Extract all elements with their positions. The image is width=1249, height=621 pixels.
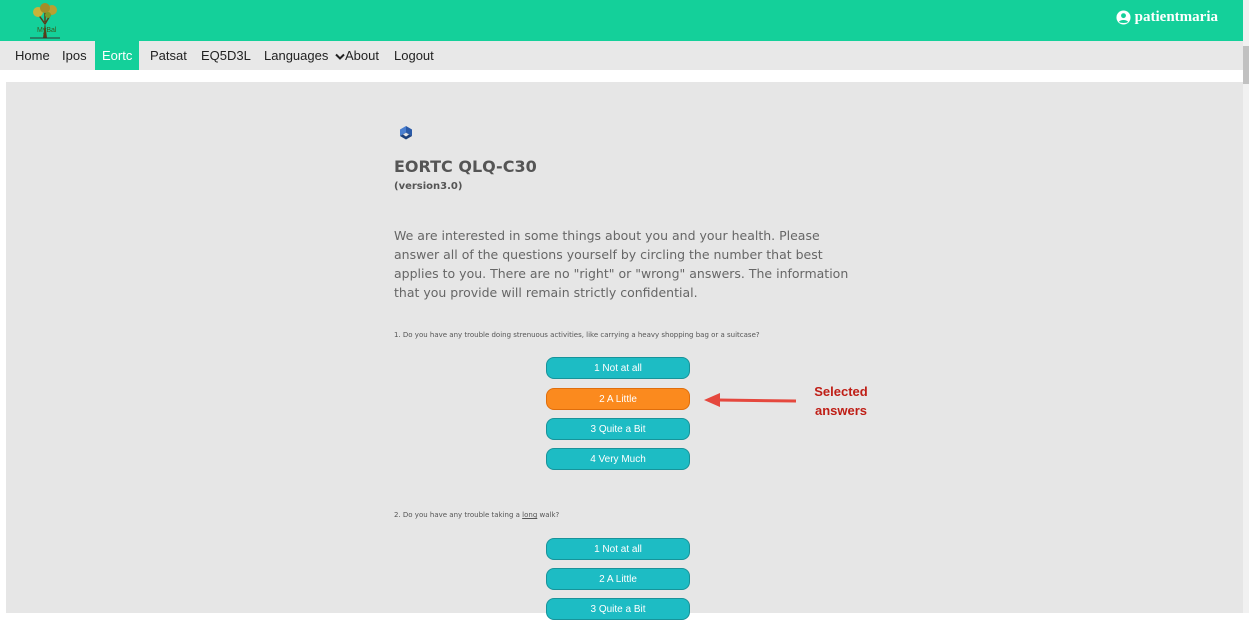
nav-languages-label: Languages xyxy=(264,48,329,63)
nav-eortc[interactable]: Eortc xyxy=(95,41,140,70)
nav-spacer xyxy=(0,70,1243,82)
question-2-text-start: 2. Do you have any trouble taking a xyxy=(394,511,523,519)
top-header-bar: MyBal patientmaria xyxy=(0,0,1243,41)
form-title: EORTC QLQ-C30 xyxy=(394,157,537,176)
scrollbar-thumb[interactable] xyxy=(1243,46,1249,84)
form-intro: We are interested in some things about y… xyxy=(394,228,849,300)
user-menu[interactable]: patientmaria xyxy=(1116,9,1218,26)
annotation-arrow-icon xyxy=(704,393,797,407)
q2-answer-2[interactable]: 2 A Little xyxy=(546,568,690,590)
form-version: (version3.0) xyxy=(394,181,463,192)
nav-patsat[interactable]: Patsat xyxy=(143,41,194,70)
q1-answer-1[interactable]: 1 Not at all xyxy=(546,357,690,379)
question-2-underlined: long xyxy=(522,511,538,519)
main-nav: Home Ipos Eortc Patsat EQ5D3L Languages … xyxy=(0,41,1243,70)
logo-text: MyBal xyxy=(37,27,57,34)
nav-ipos[interactable]: Ipos xyxy=(55,41,94,70)
nav-about[interactable]: About xyxy=(338,41,386,70)
annotation-line-1: Selected xyxy=(814,384,868,399)
nav-eq5d3l[interactable]: EQ5D3L xyxy=(194,41,258,70)
page-scrollbar[interactable] xyxy=(1243,0,1249,613)
user-circle-icon xyxy=(1116,10,1131,25)
question-1-text: 1. Do you have any trouble doing strenuo… xyxy=(394,331,760,339)
username: patientmaria xyxy=(1134,9,1218,25)
main-content xyxy=(6,82,1243,613)
q2-answer-1[interactable]: 1 Not at all xyxy=(546,538,690,560)
annotation-line-2: answers xyxy=(814,403,868,418)
question-2-text: 2. Do you have any trouble taking a long… xyxy=(394,511,559,519)
question-2-text-end: walk? xyxy=(537,511,560,519)
nav-home[interactable]: Home xyxy=(8,41,57,70)
eortc-logo-icon xyxy=(400,126,412,140)
q1-answer-4[interactable]: 4 Very Much xyxy=(546,448,690,470)
tree-logo-icon[interactable] xyxy=(26,2,62,40)
q1-answer-2-selected[interactable]: 2 A Little xyxy=(546,388,690,410)
q1-answer-3[interactable]: 3 Quite a Bit xyxy=(546,418,690,440)
annotation-label: Selected answers xyxy=(806,382,876,420)
nav-logout[interactable]: Logout xyxy=(387,41,441,70)
q2-answer-3[interactable]: 3 Quite a Bit xyxy=(546,598,690,620)
